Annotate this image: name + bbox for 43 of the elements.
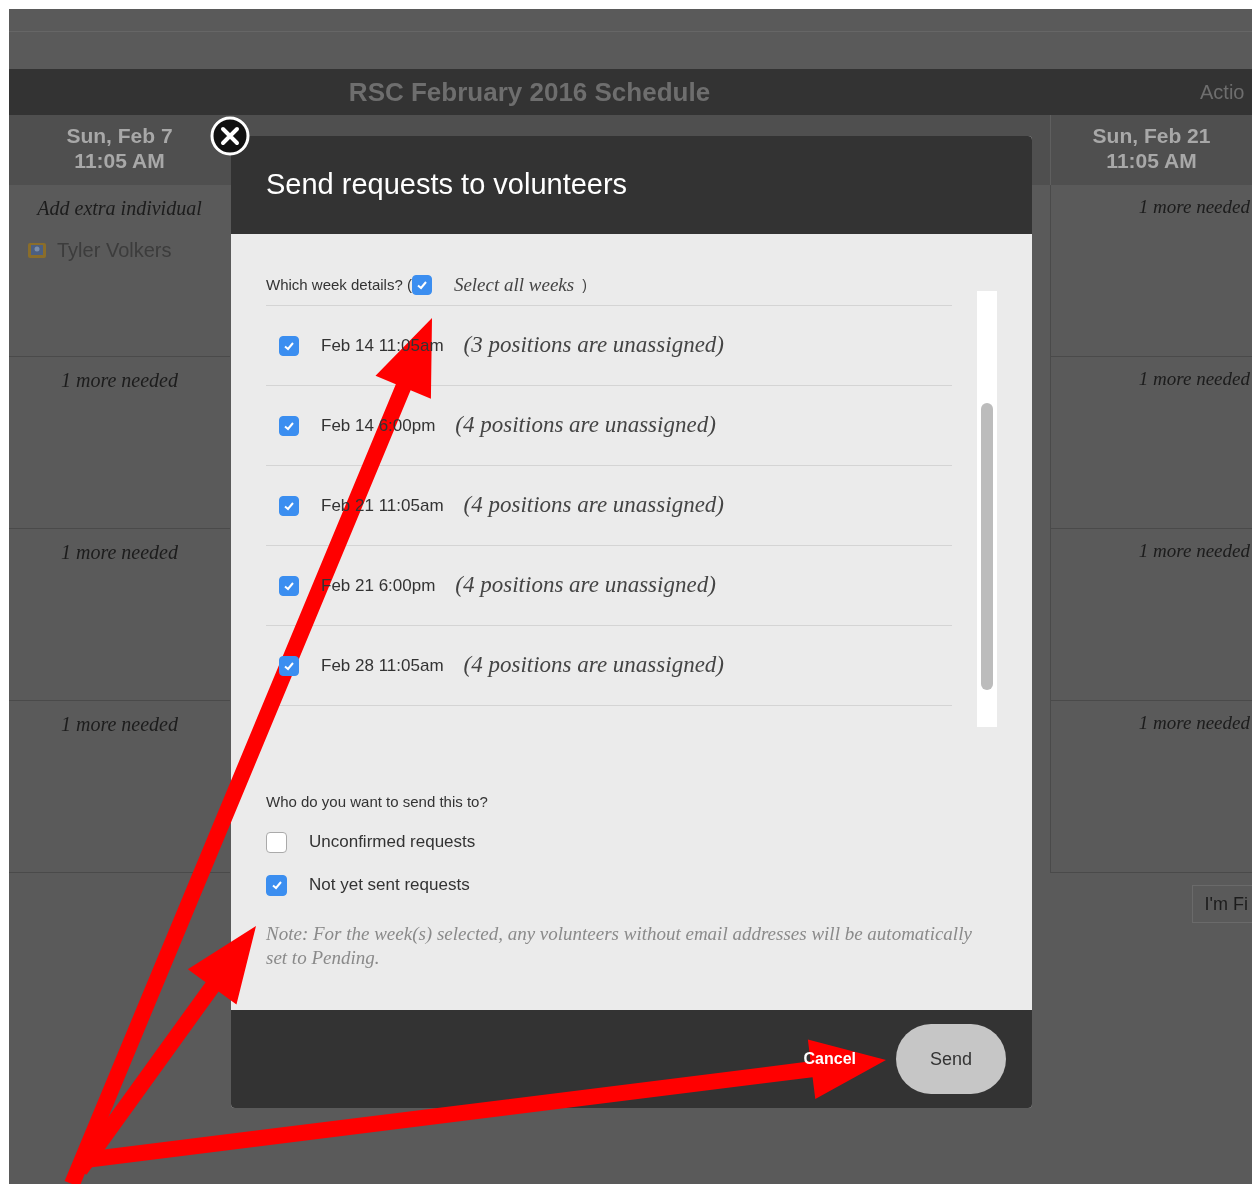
checkbox[interactable] xyxy=(279,575,299,596)
more-needed-text: 1 more needed xyxy=(1138,195,1250,219)
checkbox[interactable] xyxy=(279,495,299,516)
recipients-prompt: Who do you want to send this to? xyxy=(266,792,489,812)
recipient-option-label[interactable]: Not yet sent requests xyxy=(309,872,470,898)
actions-label: Actio xyxy=(1200,80,1245,105)
checkbox[interactable] xyxy=(266,831,287,853)
checkbox[interactable] xyxy=(266,874,287,896)
more-needed-text: 1 more needed xyxy=(1138,539,1250,563)
column-date: Sun, Feb 7 xyxy=(66,123,173,148)
pending-note: Note: For the week(s) selected, any volunteers without email addresses will be automatically set to Pending. xyxy=(266,921,973,970)
schedule-title: RSC February 2016 Schedule xyxy=(348,75,711,109)
unassigned-note: (4 positions are unassigned) xyxy=(463,491,724,520)
send-button[interactable]: Send xyxy=(896,1024,1006,1094)
checkbox[interactable] xyxy=(279,655,299,676)
close-icon[interactable] xyxy=(210,116,250,156)
week-prompt: Which week details? ( xyxy=(266,274,412,295)
checkbox[interactable] xyxy=(279,415,299,436)
recipient-option-label[interactable]: Unconfirmed requests xyxy=(309,829,476,855)
unassigned-note: (4 positions are unassigned) xyxy=(463,651,724,680)
select-all-label[interactable]: Select all weeks xyxy=(453,270,575,300)
unassigned-note: (4 positions are unassigned) xyxy=(455,571,716,600)
unassigned-note: (3 positions are unassigned) xyxy=(463,331,724,360)
check-icon xyxy=(415,279,428,291)
more-needed-text: 1 more needed xyxy=(61,712,178,737)
scrollbar-thumb[interactable] xyxy=(980,403,993,690)
checkbox[interactable] xyxy=(411,275,432,295)
more-needed-text: 1 more needed xyxy=(1138,367,1250,391)
week-prompt-end: ) xyxy=(582,275,587,295)
more-needed-text: 1 more needed xyxy=(1138,711,1250,735)
column-time: 11:05 AM xyxy=(1106,148,1197,173)
scrollbar[interactable] xyxy=(976,291,997,727)
dialog-title: Send requests to volunteers xyxy=(266,167,628,203)
more-needed-text: 1 more needed xyxy=(61,540,178,565)
unassigned-note: (4 positions are unassigned) xyxy=(455,411,716,440)
checkbox[interactable] xyxy=(279,335,299,356)
column-date: Sun, Feb 21 xyxy=(1092,123,1211,148)
check-icon xyxy=(270,879,283,891)
cancel-button[interactable]: Cancel xyxy=(803,1047,856,1071)
column-time: 11:05 AM xyxy=(74,148,165,173)
week-label: Feb 28 11:05am xyxy=(321,654,444,677)
more-needed-text: 1 more needed xyxy=(61,368,178,393)
person-card-icon xyxy=(27,240,47,260)
